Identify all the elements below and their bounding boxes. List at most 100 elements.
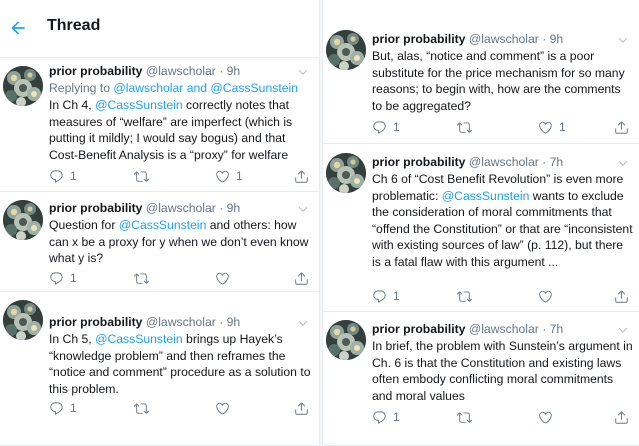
tweet-header: prior probability @lawscholar · 9h xyxy=(49,201,313,216)
author-handle[interactable]: @lawscholar xyxy=(469,155,539,169)
author-name[interactable]: prior probability xyxy=(372,32,465,46)
avatar[interactable] xyxy=(326,30,366,70)
replying-to-label: Replying to xyxy=(49,81,114,95)
chevron-down-icon[interactable] xyxy=(297,203,309,215)
mention-link[interactable]: @CassSunstein xyxy=(442,189,530,203)
like-icon xyxy=(216,402,229,415)
author-name[interactable]: prior probability xyxy=(49,201,142,215)
like-button[interactable] xyxy=(538,409,559,425)
tweet-text: In Ch 5, @CassSunstein brings up Hayek’s… xyxy=(49,331,313,397)
tweet-text: Question for @CassSunstein and others: h… xyxy=(49,217,313,267)
retweet-icon xyxy=(457,411,472,423)
reply-button[interactable]: 1 xyxy=(372,409,400,425)
separator-dot: · xyxy=(542,155,547,169)
reply-icon xyxy=(50,271,63,285)
reply-count: 1 xyxy=(393,120,400,134)
tweet[interactable]: prior probability @lawscholar · 7h Ch 6 o… xyxy=(323,144,639,312)
retweet-button[interactable] xyxy=(134,270,155,286)
separator-dot: · xyxy=(219,315,224,329)
chevron-down-icon[interactable] xyxy=(617,157,629,169)
timestamp[interactable]: 7h xyxy=(550,322,564,336)
chevron-down-icon[interactable] xyxy=(297,317,309,329)
back-arrow-icon[interactable] xyxy=(8,18,28,38)
tweet-actions: 11 xyxy=(49,168,309,184)
reply-count: 1 xyxy=(393,289,400,303)
like-button[interactable] xyxy=(215,270,236,286)
retweet-icon xyxy=(134,402,149,414)
avatar[interactable] xyxy=(326,320,366,360)
share-button[interactable] xyxy=(614,119,629,135)
tweet-text: In Ch 4, @CassSunstein correctly notes t… xyxy=(49,97,313,163)
chevron-down-icon[interactable] xyxy=(617,324,629,336)
tweet[interactable]: prior probability @lawscholar · 9h In Ch … xyxy=(0,292,319,446)
avatar[interactable] xyxy=(3,300,43,340)
share-icon xyxy=(295,169,308,183)
tweet[interactable]: prior probability @lawscholar · 9h But, a… xyxy=(323,0,639,144)
like-button[interactable] xyxy=(215,400,236,416)
mention-link[interactable]: @CassSunstein xyxy=(95,332,183,346)
like-count: 1 xyxy=(236,169,243,183)
reply-button[interactable]: 1 xyxy=(49,400,77,416)
author-handle[interactable]: @lawscholar xyxy=(146,64,216,78)
retweet-button[interactable] xyxy=(134,400,155,416)
share-button[interactable] xyxy=(294,400,309,416)
timestamp[interactable]: 9h xyxy=(550,32,564,46)
author-handle[interactable]: @lawscholar xyxy=(146,201,216,215)
timestamp[interactable]: 9h xyxy=(227,315,241,329)
tweet-content: prior probability @lawscholar · 9h In Ch … xyxy=(49,315,313,397)
like-button[interactable]: 1 xyxy=(538,119,566,135)
tweet-text: In brief, the problem with Sunstein’s ar… xyxy=(372,338,633,404)
timestamp[interactable]: 9h xyxy=(227,64,241,78)
reply-button[interactable]: 1 xyxy=(372,119,400,135)
reply-button[interactable]: 1 xyxy=(49,270,77,286)
share-button[interactable] xyxy=(294,168,309,184)
like-button[interactable]: 1 xyxy=(215,168,243,184)
author-name[interactable]: prior probability xyxy=(49,64,142,78)
tweet-actions: 11 xyxy=(372,119,629,135)
share-icon xyxy=(615,410,628,424)
reply-button[interactable]: 1 xyxy=(49,168,77,184)
avatar[interactable] xyxy=(326,153,366,193)
chevron-down-icon[interactable] xyxy=(617,34,629,46)
tweet[interactable]: prior probability @lawscholar · 9h Questi… xyxy=(0,192,319,292)
reply-icon xyxy=(50,401,63,415)
retweet-button[interactable] xyxy=(134,168,155,184)
author-handle[interactable]: @lawscholar xyxy=(469,322,539,336)
tweet-actions: 1 xyxy=(372,409,629,425)
tweet-text-segment: Question for xyxy=(49,218,119,232)
author-name[interactable]: prior probability xyxy=(372,322,465,336)
timestamp[interactable]: 9h xyxy=(227,201,241,215)
avatar[interactable] xyxy=(3,66,43,106)
tweet-header: prior probability @lawscholar · 7h xyxy=(372,155,633,170)
author-handle[interactable]: @lawscholar xyxy=(146,315,216,329)
tweet[interactable]: prior probability @lawscholar · 7h In bri… xyxy=(323,312,639,446)
author-name[interactable]: prior probability xyxy=(372,155,465,169)
timestamp[interactable]: 7h xyxy=(550,155,564,169)
author-handle[interactable]: @lawscholar xyxy=(469,32,539,46)
avatar[interactable] xyxy=(3,200,43,240)
share-button[interactable] xyxy=(294,270,309,286)
share-button[interactable] xyxy=(614,409,629,425)
thread-header: Thread xyxy=(0,0,319,58)
retweet-button[interactable] xyxy=(457,119,478,135)
reply-button[interactable]: 1 xyxy=(372,288,400,304)
share-icon xyxy=(615,289,628,303)
like-icon xyxy=(539,411,552,424)
share-button[interactable] xyxy=(614,288,629,304)
tweet[interactable]: prior probability @lawscholar · 9h Replyi… xyxy=(0,58,319,192)
retweet-button[interactable] xyxy=(457,288,478,304)
mention-link[interactable]: @CassSunstein xyxy=(119,218,207,232)
author-name[interactable]: prior probability xyxy=(49,315,142,329)
like-count: 1 xyxy=(559,120,566,134)
right-thread-column: prior probability @lawscholar · 9h But, a… xyxy=(323,0,639,446)
replying-to-mentions[interactable]: @lawscholar and @CassSunstein xyxy=(113,81,298,95)
mention-link[interactable]: @CassSunstein xyxy=(95,98,183,112)
chevron-down-icon[interactable] xyxy=(297,66,309,78)
tweet-text-segment: In Ch 4, xyxy=(49,98,96,112)
separator-dot: · xyxy=(542,322,547,336)
tweet-text-segment: In brief, the problem with Sunstein’s ar… xyxy=(372,339,633,403)
reply-icon xyxy=(373,410,386,424)
like-button[interactable] xyxy=(538,288,559,304)
retweet-button[interactable] xyxy=(457,409,478,425)
retweet-icon xyxy=(134,272,149,284)
